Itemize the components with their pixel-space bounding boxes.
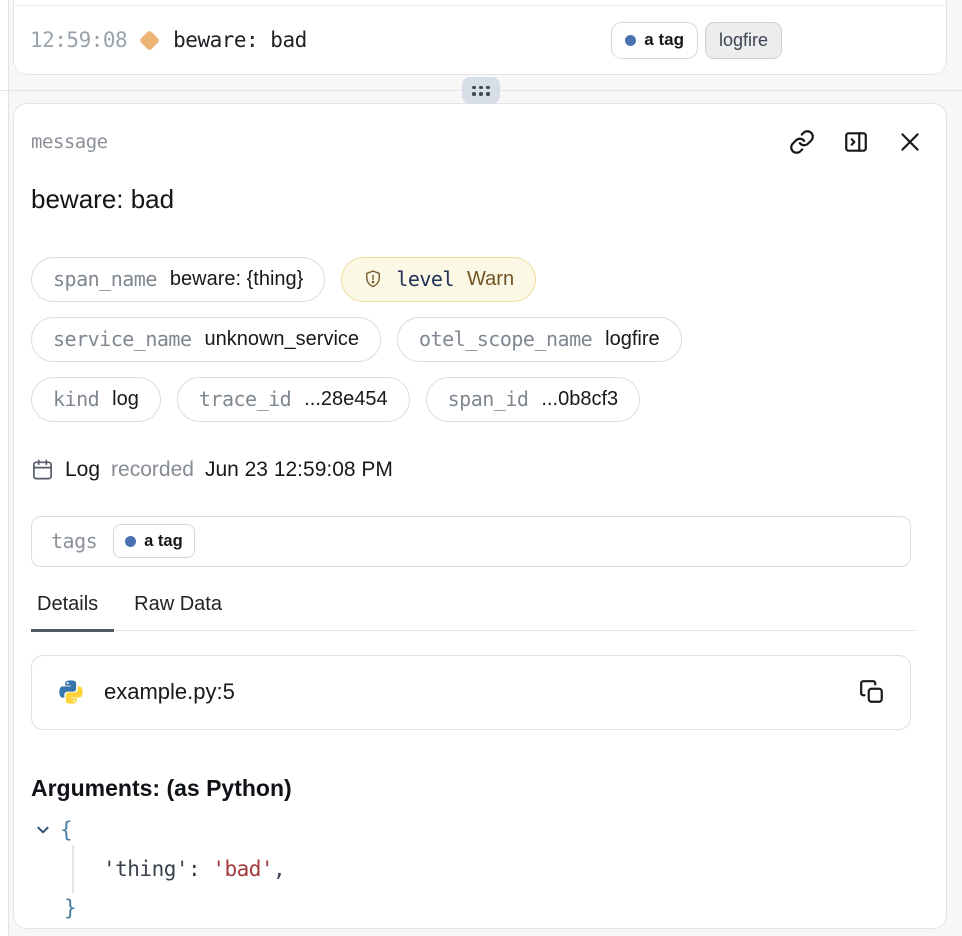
pill-key: span_name xyxy=(53,267,157,291)
close-icon[interactable] xyxy=(897,129,923,155)
arg-key: 'thing': xyxy=(103,857,200,881)
tag-chip[interactable]: a tag xyxy=(113,524,195,558)
span-title: beware: bad xyxy=(31,185,929,215)
pill-service-name[interactable]: service_name unknown_service xyxy=(31,317,381,362)
detail-tabs: Details Raw Data xyxy=(31,593,916,631)
pill-key: trace_id xyxy=(199,387,291,411)
tab-raw-data[interactable]: Raw Data xyxy=(128,593,238,630)
pill-key: level xyxy=(396,267,454,291)
attribute-pills: span_name beware: {thing} level Warn xyxy=(31,257,929,422)
panel-header: message xyxy=(31,129,929,155)
scope-chip[interactable]: logfire xyxy=(705,22,782,59)
recorded-verb: recorded xyxy=(111,458,194,482)
open-brace: { xyxy=(60,818,72,842)
pill-span-name[interactable]: span_name beware: {thing} xyxy=(31,257,325,302)
copy-icon[interactable] xyxy=(859,679,885,705)
pill-trace-id[interactable]: trace_id ...28e454 xyxy=(177,377,410,422)
panel-resize-handle[interactable] xyxy=(462,77,500,104)
pill-value: Warn xyxy=(467,268,514,291)
panel-header-label: message xyxy=(31,131,108,153)
code-location-box: example.py:5 xyxy=(31,655,911,730)
arguments-heading: Arguments: (as Python) xyxy=(31,775,929,802)
calendar-icon xyxy=(31,458,54,481)
copy-link-icon[interactable] xyxy=(789,129,815,155)
pill-otel-scope-name[interactable]: otel_scope_name logfire xyxy=(397,317,682,362)
span-detail-panel: message xyxy=(13,103,947,929)
pill-value: ...0b8cf3 xyxy=(541,388,618,411)
close-brace: } xyxy=(64,896,76,920)
warn-level-diamond-icon xyxy=(139,29,160,50)
pill-value: beware: {thing} xyxy=(170,268,303,291)
tag-chip-label: a tag xyxy=(644,30,684,50)
pill-value: logfire xyxy=(605,328,659,351)
log-list-card: 12:59:08 beware: bad a tag logfire xyxy=(13,0,947,75)
tag-dot-icon xyxy=(625,35,636,46)
scope-chip-label: logfire xyxy=(719,30,768,51)
log-message: beware: bad xyxy=(173,28,307,52)
pill-value: ...28e454 xyxy=(304,388,387,411)
tag-chip-label: a tag xyxy=(144,532,183,551)
log-row[interactable]: 12:59:08 beware: bad a tag logfire xyxy=(14,6,946,74)
pill-key: otel_scope_name xyxy=(419,327,592,351)
pill-value: unknown_service xyxy=(205,328,360,351)
logfire-app: 12:59:08 beware: bad a tag logfire messa… xyxy=(0,0,962,936)
tag-dot-icon xyxy=(125,536,136,547)
open-side-panel-icon[interactable] xyxy=(843,129,869,155)
recorded-time: Jun 23 12:59:08 PM xyxy=(205,458,393,482)
tab-details[interactable]: Details xyxy=(31,593,114,632)
arg-comma: , xyxy=(273,857,285,881)
arg-value: 'bad' xyxy=(212,857,273,881)
pill-key: span_id xyxy=(448,387,529,411)
tag-chip[interactable]: a tag xyxy=(611,22,698,59)
code-body: 'thing': 'bad', xyxy=(72,845,929,893)
recorded-kind: Log xyxy=(65,458,100,482)
pill-value: log xyxy=(112,388,139,411)
pill-kind[interactable]: kind log xyxy=(31,377,161,422)
pill-level[interactable]: level Warn xyxy=(341,257,536,302)
left-gutter xyxy=(0,0,8,936)
shield-alert-icon xyxy=(363,269,383,289)
pill-key: service_name xyxy=(53,327,192,351)
log-timestamp: 12:59:08 xyxy=(30,28,127,52)
recorded-timestamp-row: Log recorded Jun 23 12:59:08 PM xyxy=(31,458,929,482)
left-divider-line xyxy=(8,0,9,936)
grip-dots-icon xyxy=(472,86,490,96)
arguments-code-block: { 'thing': 'bad', } xyxy=(31,815,929,923)
pill-key: kind xyxy=(53,387,99,411)
pill-span-id[interactable]: span_id ...0b8cf3 xyxy=(426,377,641,422)
tags-box: tags a tag xyxy=(31,516,911,567)
tags-label: tags xyxy=(51,529,97,553)
source-file-link[interactable]: example.py:5 xyxy=(104,679,235,705)
chevron-down-icon[interactable] xyxy=(35,822,51,838)
python-icon xyxy=(57,678,85,706)
